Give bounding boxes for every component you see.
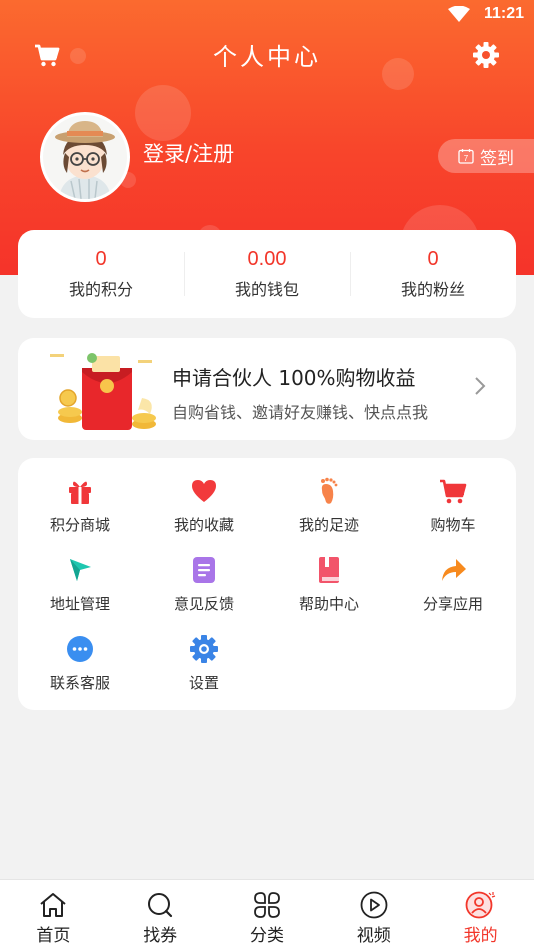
share-icon: [442, 559, 466, 581]
login-register-link[interactable]: 登录/注册: [143, 138, 234, 168]
tab-label: 找券: [143, 926, 178, 946]
menu-label: 设置: [188, 674, 219, 692]
tab-label: 我的: [463, 926, 498, 946]
check-in-label: 签到: [480, 148, 514, 169]
decor-bubble: [135, 85, 191, 141]
menu-label: 帮助中心: [298, 595, 359, 613]
footprint-icon: [321, 477, 338, 504]
menu-feedback[interactable]: 意见反馈: [142, 555, 266, 614]
stat-label: 我的钱包: [234, 280, 299, 299]
partner-title: 申请合伙人 100%购物收益: [172, 366, 416, 390]
stat-value: 0.00: [247, 248, 287, 270]
stat-label: 我的积分: [68, 280, 133, 299]
tab-home[interactable]: 首页: [0, 880, 107, 949]
menu-address[interactable]: 地址管理: [18, 555, 142, 614]
function-grid: 积分商城 我的收藏 我的足迹 购物车 地址管理 意见反馈 帮助中心 分享应用 联…: [18, 458, 516, 710]
menu-share-app[interactable]: 分享应用: [391, 555, 515, 614]
calendar-day: 7: [464, 154, 469, 163]
settings-button[interactable]: [471, 40, 501, 70]
stat-value: 0: [95, 248, 107, 270]
avatar-illustration-icon: [43, 115, 127, 199]
feedback-icon: [193, 557, 215, 583]
status-bar: 11:21: [0, 0, 534, 30]
play-icon: [360, 891, 388, 919]
partner-subtitle: 自购省钱、邀请好友赚钱、快点点我: [172, 403, 429, 422]
tab-video[interactable]: 视频: [320, 880, 427, 949]
menu-label: 我的足迹: [298, 516, 359, 534]
tab-label: 首页: [36, 926, 71, 946]
location-icon: [70, 559, 91, 581]
tab-label: 视频: [356, 926, 391, 946]
tab-mine[interactable]: 我的: [427, 880, 534, 949]
stat-points[interactable]: 0 我的积分: [18, 230, 184, 318]
menu-label: 意见反馈: [173, 595, 234, 613]
heart-icon: [192, 480, 216, 502]
menu-label: 购物车: [430, 516, 476, 534]
category-icon: [254, 892, 280, 918]
menu-label: 联系客服: [49, 674, 110, 692]
stat-wallet[interactable]: 0.00 我的钱包: [184, 230, 350, 318]
menu-label: 我的收藏: [173, 516, 234, 534]
menu-help-center[interactable]: 帮助中心: [267, 555, 391, 614]
red-envelope-icon: [50, 353, 156, 430]
gift-icon: [69, 481, 91, 504]
check-in-button[interactable]: 7 签到: [438, 139, 534, 173]
tab-label: 分类: [249, 926, 284, 946]
book-icon: [319, 557, 339, 583]
page-title: 个人中心: [213, 43, 321, 71]
stat-fans[interactable]: 0 我的粉丝: [350, 230, 516, 318]
gear-icon: [190, 635, 218, 663]
menu-label: 地址管理: [49, 595, 110, 613]
gear-icon: [473, 42, 499, 68]
user-icon: [465, 891, 495, 919]
chat-icon: [67, 636, 93, 662]
calendar-icon: 7: [458, 149, 474, 164]
stat-label: 我的粉丝: [400, 280, 465, 299]
wifi-icon: [448, 6, 470, 22]
menu-settings[interactable]: 设置: [142, 634, 266, 693]
menu-label: 分享应用: [422, 595, 483, 613]
cart-icon: [440, 479, 467, 504]
avatar[interactable]: [40, 112, 130, 202]
stats-card: 0 我的积分 0.00 我的钱包 0 我的粉丝: [18, 230, 516, 318]
menu-favorites[interactable]: 我的收藏: [142, 476, 266, 535]
menu-shopping-cart[interactable]: 购物车: [391, 476, 515, 535]
chevron-right-icon: [475, 377, 486, 395]
search-icon: [148, 893, 173, 918]
menu-footprints[interactable]: 我的足迹: [267, 476, 391, 535]
stat-value: 0: [427, 248, 439, 270]
tab-category[interactable]: 分类: [214, 880, 321, 949]
menu-label: 积分商城: [49, 516, 110, 534]
menu-customer-service[interactable]: 联系客服: [18, 634, 142, 693]
tab-coupons[interactable]: 找券: [107, 880, 214, 949]
menu-points-mall[interactable]: 积分商城: [18, 476, 142, 535]
bottom-tab-bar: 首页 找券 分类 视频 我的: [0, 879, 534, 949]
home-icon: [40, 893, 67, 917]
status-time: 11:21: [483, 5, 524, 22]
partner-banner[interactable]: 申请合伙人 100%购物收益 自购省钱、邀请好友赚钱、快点点我: [18, 338, 516, 440]
